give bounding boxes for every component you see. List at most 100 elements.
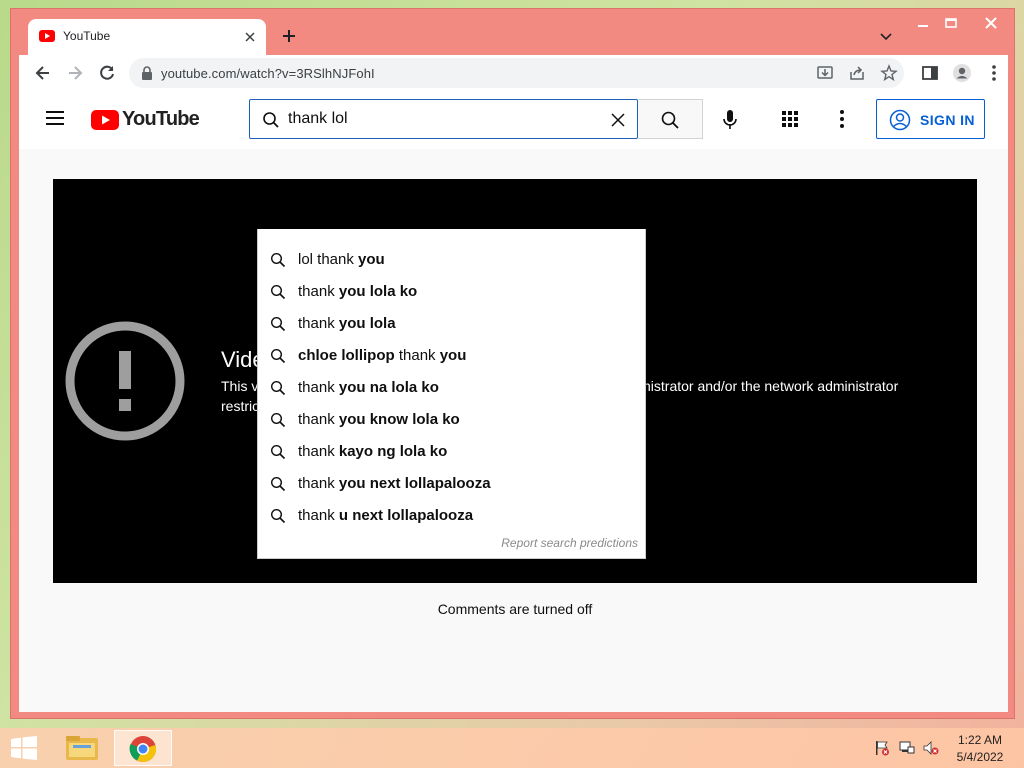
comments-status: Comments are turned off — [437, 601, 593, 617]
address-bar[interactable]: youtube.com/watch?v=3RSlhNJFohI — [129, 58, 904, 88]
clock-time[interactable]: 1:22 AM — [952, 733, 1008, 747]
maximize-icon[interactable] — [937, 13, 965, 33]
youtube-kebab-menu-icon[interactable] — [839, 109, 845, 129]
suggestion-text-part: thank — [298, 411, 339, 428]
network-icon[interactable] — [898, 740, 916, 756]
error-message-tail: nistrator and/or the network administrat… — [643, 378, 899, 394]
error-message-line2: restric — [221, 398, 260, 414]
suggestion-text: lol thank you — [298, 251, 385, 268]
error-message-line1: This v — [221, 378, 259, 394]
window-close-icon[interactable] — [969, 13, 1013, 33]
install-icon[interactable] — [816, 64, 834, 82]
suggestion-text-part: thank — [394, 347, 440, 364]
suggestion-text-part: you next lollapalooza — [338, 475, 491, 492]
search-button[interactable] — [638, 99, 703, 139]
youtube-logo[interactable]: YouTube — [91, 108, 200, 131]
suggestion-item[interactable]: thank kayo ng lola ko — [258, 436, 645, 468]
windows-start-icon[interactable] — [10, 736, 38, 760]
search-button-icon — [661, 111, 679, 129]
suggestion-text-part: lol thank — [298, 251, 359, 268]
suggestion-item[interactable]: thank you lola ko — [258, 276, 645, 308]
suggestion-text-part: you — [439, 347, 467, 364]
suggestion-item[interactable]: thank u next lollapalooza — [258, 500, 645, 532]
suggestion-search-icon — [270, 444, 286, 460]
flag-icon[interactable] — [874, 740, 890, 756]
tab-search-chevron-down-icon[interactable] — [878, 28, 894, 44]
forward-arrow-icon[interactable] — [65, 63, 85, 83]
account-circle-icon — [889, 109, 911, 131]
new-tab-plus-icon[interactable] — [279, 26, 299, 46]
suggestion-search-icon — [270, 412, 286, 428]
lock-icon[interactable] — [141, 66, 153, 80]
suggestion-text-part: you — [358, 251, 385, 268]
mic-icon[interactable] — [722, 109, 738, 131]
browser-kebab-menu-icon[interactable] — [984, 63, 1004, 83]
tab-close-icon[interactable] — [242, 29, 258, 45]
suggestion-text: chloe lollipop thank you — [298, 347, 466, 364]
suggestion-text-part: thank — [298, 475, 339, 492]
tab-youtube[interactable]: YouTube — [28, 19, 266, 55]
browser-window: YouTube youtube.com/watch?v=3RSlhNJFohI … — [10, 8, 1015, 719]
search-clear-close-icon[interactable] — [609, 111, 627, 129]
chrome-icon — [129, 736, 157, 763]
suggestion-text: thank you next lollapalooza — [298, 475, 491, 492]
suggestion-item[interactable]: chloe lollipop thank you — [258, 340, 645, 372]
tab-strip: YouTube — [11, 9, 1014, 55]
error-exclamation-icon — [65, 321, 185, 441]
apps-grid-icon[interactable] — [781, 110, 799, 128]
suggestion-item[interactable]: thank you next lollapalooza — [258, 468, 645, 500]
reload-icon[interactable] — [97, 63, 117, 83]
suggestion-text: thank you na lola ko — [298, 379, 439, 396]
url-text: youtube.com/watch?v=3RSlhNJFohI — [161, 66, 375, 81]
back-arrow-icon[interactable] — [33, 63, 53, 83]
volume-muted-icon[interactable] — [922, 740, 940, 756]
chrome-taskbar-button[interactable] — [114, 730, 172, 766]
share-icon[interactable] — [848, 64, 866, 82]
suggestion-search-icon — [270, 508, 286, 524]
suggestion-text-part: you know lola ko — [338, 411, 460, 428]
star-icon[interactable] — [880, 64, 898, 82]
suggestion-text-part: thank — [298, 283, 339, 300]
youtube-page: YouTube thank lol SIGN IN Vide This v re… — [19, 91, 1008, 712]
sign-in-button[interactable]: SIGN IN — [876, 99, 985, 139]
suggestion-search-icon — [270, 380, 286, 396]
suggestion-text: thank kayo ng lola ko — [298, 443, 447, 460]
profile-icon[interactable] — [952, 63, 972, 83]
browser-toolbar: youtube.com/watch?v=3RSlhNJFohI — [19, 55, 1008, 91]
suggestion-text-part: kayo ng lola ko — [338, 443, 448, 460]
suggestion-item[interactable]: thank you na lola ko — [258, 372, 645, 404]
side-panel-icon[interactable] — [920, 63, 940, 83]
suggestion-text-part: thank — [298, 379, 339, 396]
suggestion-item[interactable]: lol thank you — [258, 244, 645, 276]
report-search-predictions-link[interactable]: Report search predictions — [501, 536, 638, 550]
suggestion-search-icon — [270, 284, 286, 300]
suggestion-search-icon — [270, 316, 286, 332]
suggestion-text: thank you lola ko — [298, 283, 417, 300]
suggestion-item[interactable]: thank you lola — [258, 308, 645, 340]
tab-title: YouTube — [63, 29, 111, 43]
search-box[interactable] — [249, 99, 638, 139]
suggestion-text: thank you lola — [298, 315, 396, 332]
file-explorer-icon[interactable] — [58, 730, 106, 766]
search-icon — [262, 111, 280, 129]
youtube-logo-text: YouTube — [122, 108, 200, 130]
clock-date[interactable]: 5/4/2022 — [952, 750, 1008, 764]
search-input[interactable] — [288, 108, 598, 130]
suggestion-search-icon — [270, 348, 286, 364]
sign-in-label: SIGN IN — [920, 112, 975, 128]
suggestion-search-icon — [270, 476, 286, 492]
suggestion-text-part: you na lola ko — [338, 379, 439, 396]
suggestion-text-part: u next lollapalooza — [338, 507, 474, 524]
minimize-icon[interactable] — [909, 13, 937, 33]
youtube-favicon-icon — [39, 30, 55, 42]
taskbar: 1:22 AM 5/4/2022 — [0, 728, 1024, 768]
suggestion-text-part: thank — [298, 315, 339, 332]
suggestion-text-part: chloe lollipop — [298, 347, 395, 364]
youtube-header: YouTube thank lol SIGN IN — [19, 91, 1008, 149]
youtube-play-icon — [91, 109, 119, 130]
suggestion-text-part: you lola — [338, 315, 396, 332]
search-suggestions-dropdown: lol thank you thank you lola ko thank you … — [257, 229, 646, 559]
hamburger-menu-icon[interactable] — [45, 109, 65, 127]
suggestion-item[interactable]: thank you know lola ko — [258, 404, 645, 436]
suggestion-search-icon — [270, 252, 286, 268]
